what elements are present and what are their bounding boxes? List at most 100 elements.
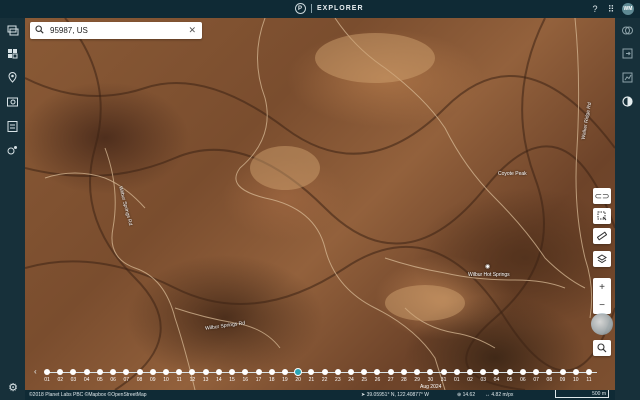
top-bar: P EXPLORER ? ⠿ WM (0, 0, 640, 18)
terrain-overlay (25, 18, 615, 390)
timeline-day-label: 05 (97, 377, 103, 383)
timeline-day-dot[interactable] (57, 369, 64, 375)
timeline-day-dot[interactable] (229, 369, 236, 375)
clear-search-icon[interactable]: ✕ (188, 25, 196, 36)
map-attribution[interactable]: ©2018 Planet Labs PBC ©Mapbox ©OpenStree… (29, 392, 147, 398)
layers-panel-icon[interactable] (6, 24, 19, 37)
ruler-icon (597, 231, 607, 241)
timeline-day-label: 25 (361, 377, 368, 383)
timeline-day-dot[interactable] (162, 369, 169, 375)
contrast-icon[interactable] (621, 95, 634, 108)
timeline-day-label: 28 (401, 377, 407, 383)
globe-view-icon[interactable] (591, 313, 613, 335)
timeline-day-label: 06 (520, 377, 526, 383)
timeline-day-dot[interactable] (400, 369, 407, 375)
timeline-day-label: 06 (110, 377, 116, 383)
timeline-day-label: 09 (149, 377, 156, 383)
timeline-day-dot[interactable] (572, 369, 579, 375)
timeline-day-dot[interactable] (189, 369, 196, 375)
timeline-day-dot[interactable] (467, 369, 474, 375)
timeline-day-dot[interactable] (123, 369, 130, 375)
timeline-day-label: 27 (387, 377, 394, 383)
coordinates-text: 39.05951° N, 122.40877° W (366, 392, 429, 398)
draw-aoi-button[interactable] (593, 208, 611, 224)
timeline-day-label: 26 (374, 377, 381, 383)
timeline-day-dot[interactable] (480, 369, 487, 375)
help-icon[interactable]: ? (590, 4, 600, 14)
avatar[interactable]: WM (622, 3, 634, 15)
top-right-controls: ? ⠿ WM (590, 3, 634, 15)
timeline-day-dot[interactable] (440, 369, 447, 375)
timeline-day-label: 31 (440, 377, 447, 383)
timeline-day-dot[interactable] (202, 369, 209, 375)
timeline-day-dot[interactable] (321, 369, 328, 375)
timeline-day-dot[interactable] (453, 369, 460, 375)
timeline-day-dot[interactable] (348, 369, 355, 375)
timeline-day-dot[interactable] (414, 369, 421, 375)
timeline-day-label: 17 (255, 377, 262, 383)
tasks-icon[interactable] (6, 120, 19, 133)
timeline-day-dot[interactable] (546, 369, 553, 375)
timeline-day-dot[interactable] (281, 369, 288, 375)
timeline-day-dot[interactable] (308, 369, 315, 375)
timeline-day-dot[interactable] (559, 369, 566, 375)
timeline-day-dot[interactable] (427, 369, 434, 375)
zoom-in-button[interactable]: + (593, 278, 611, 296)
timeline-day-label: 12 (189, 377, 196, 383)
basemap-layers-button[interactable] (593, 251, 611, 267)
timeline-day-label: 13 (202, 377, 209, 383)
timeline-day-label: 22 (321, 377, 328, 383)
timeline-day-dot[interactable] (387, 369, 394, 375)
timeline-day-selected[interactable] (294, 368, 303, 376)
share-link-button[interactable]: ⊂⊃ (593, 188, 611, 204)
timeline-day-dot[interactable] (215, 369, 222, 375)
timeline-day-dot[interactable] (334, 369, 341, 375)
search-input[interactable] (50, 26, 180, 35)
app-brand[interactable]: P EXPLORER (295, 3, 364, 14)
timeline-prev-arrow-icon[interactable]: ‹ (34, 367, 37, 376)
timeline-day-label: 04 (493, 377, 500, 383)
timeline-day-dot[interactable] (44, 369, 50, 375)
timeline-day-dot[interactable] (586, 369, 592, 375)
settings-gear-icon[interactable]: ⚙ (7, 382, 19, 394)
timeline-day-dot[interactable] (506, 369, 513, 375)
measure-button[interactable] (593, 228, 611, 244)
timeline-day-label: 19 (282, 377, 288, 383)
stats-icon[interactable] (621, 71, 634, 84)
mosaic-icon[interactable] (6, 47, 19, 60)
timeline-day-dot[interactable] (136, 369, 143, 375)
timeline-day-dot[interactable] (96, 369, 103, 375)
satellite-map[interactable]: Coyote Peak Wilbur Hot Springs ◉ Wilbur … (25, 18, 615, 390)
timeline-day-dot[interactable] (242, 369, 249, 375)
timeline-day-label: 07 (533, 377, 539, 383)
timeline-day-dot[interactable] (83, 369, 90, 375)
export-icon[interactable] (621, 47, 634, 60)
timeline-day-label: 11 (586, 377, 592, 383)
coordinate-readout: ➤ 39.05951° N, 122.40877° W (361, 392, 429, 398)
timeline-day-dot[interactable] (361, 369, 368, 375)
magnifier-icon (597, 343, 607, 353)
search-imagery-button[interactable] (593, 340, 611, 356)
zoom-out-button[interactable]: − (593, 296, 611, 314)
compare-icon[interactable] (621, 24, 634, 37)
timeline-day-dot[interactable] (268, 369, 275, 375)
timeline-day-dot[interactable] (255, 369, 262, 375)
right-sidebar (615, 18, 640, 400)
timeline-day-dot[interactable] (519, 369, 526, 375)
apps-grid-icon[interactable]: ⠿ (606, 4, 616, 14)
timeline-day-dot[interactable] (176, 369, 183, 375)
timeline-day-dot[interactable] (110, 369, 117, 375)
resolution-text: 4.82 m/px (491, 392, 514, 398)
places-icon[interactable] (6, 71, 19, 84)
timeline-day-dot[interactable] (533, 369, 540, 375)
timeline-day-dot[interactable] (374, 369, 381, 375)
timeline-day-dot[interactable] (493, 369, 500, 375)
image-search-icon[interactable] (6, 96, 19, 109)
timeline-day-label: 08 (136, 377, 143, 383)
link-icon: ⊂⊃ (594, 190, 610, 201)
hot-springs-marker-icon[interactable]: ◉ (485, 263, 490, 270)
analytics-icon[interactable] (6, 144, 19, 157)
timeline-day-dot[interactable] (70, 369, 77, 375)
scale-bar: 500 m (555, 390, 609, 398)
timeline-day-dot[interactable] (149, 369, 156, 375)
